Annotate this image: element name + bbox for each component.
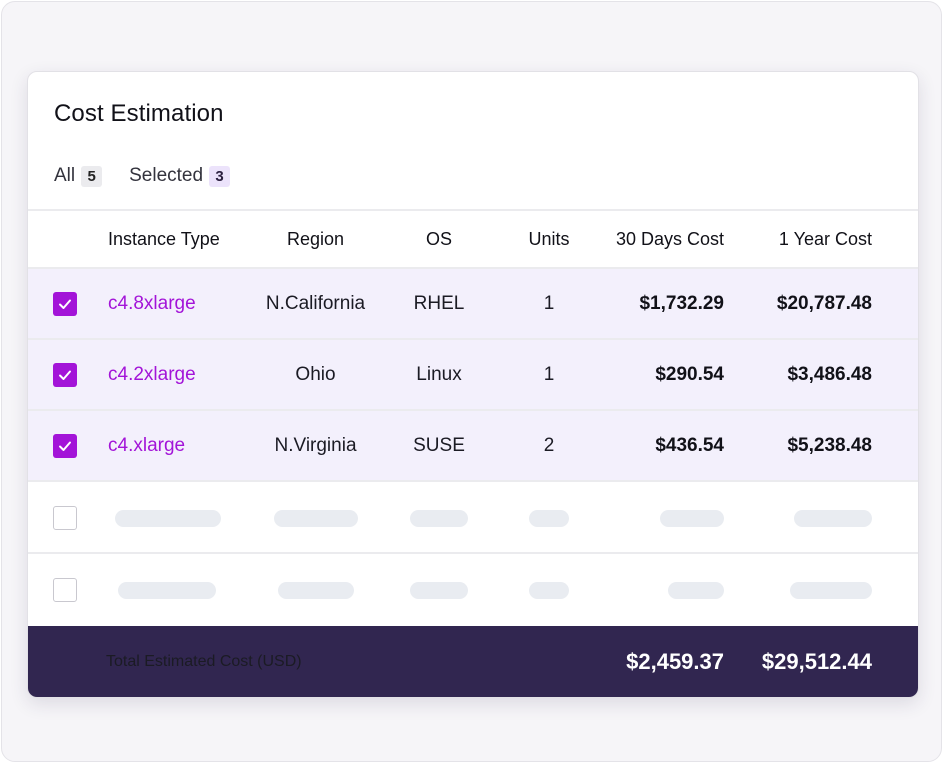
instance-type-link[interactable]: c4.8xlarge (108, 293, 196, 315)
row-checkbox[interactable] (53, 292, 77, 316)
skeleton-bar (790, 581, 872, 599)
column-header-units: Units (528, 229, 570, 249)
table-header: Instance Type Region OS Units 30 Days Co… (28, 211, 918, 268)
os-cell: SUSE (413, 435, 465, 456)
instance-type-link[interactable]: c4.2xlarge (108, 364, 196, 386)
cost-30-days-cell: $436.54 (655, 435, 724, 456)
column-header-30-days-cost: 30 Days Cost (615, 229, 724, 249)
table-row[interactable]: c4.2xlarge Ohio Linux 1 $290.54 $3,486.4… (28, 340, 918, 411)
card-title: Cost Estimation (54, 100, 224, 127)
column-header-instance-type: Instance Type (108, 229, 220, 249)
region-cell: N.California (265, 293, 366, 314)
units-cell: 1 (543, 293, 555, 314)
skeleton-bar (115, 509, 221, 527)
skeleton-bar (794, 509, 872, 527)
tab-all-label: All (54, 165, 76, 186)
total-30-days-cost: $2,459.37 (626, 648, 724, 674)
table-row[interactable]: c4.xlarge N.Virginia SUSE 2 $436.54 $5,2… (28, 411, 918, 482)
page-frame: Cost Estimation All 5 Selected 3 Instanc… (1, 1, 942, 762)
filter-tabs: All 5 Selected 3 (54, 165, 231, 187)
skeleton-bar (118, 581, 216, 599)
row-divider (28, 480, 918, 482)
row-checkbox[interactable] (53, 363, 77, 387)
total-footer: Total Estimated Cost (USD) $2,459.37 $29… (28, 626, 918, 697)
column-header-1-year-cost: 1 Year Cost (778, 229, 872, 249)
os-cell: Linux (416, 364, 462, 385)
cost-1-year-cell: $5,238.48 (787, 435, 872, 456)
cost-1-year-cell: $20,787.48 (776, 293, 872, 314)
row-checkbox[interactable] (53, 578, 77, 602)
skeleton-bar (410, 581, 468, 599)
tab-selected-label: Selected (129, 165, 204, 186)
region-cell: N.Virginia (274, 435, 357, 456)
checkmark-icon (59, 370, 71, 380)
checkmark-icon (59, 299, 71, 309)
row-divider (28, 552, 918, 554)
column-header-os: OS (425, 229, 452, 249)
cost-1-year-cell: $3,486.48 (787, 364, 872, 385)
skeleton-bar (529, 581, 569, 599)
instance-type-link[interactable]: c4.xlarge (108, 435, 185, 457)
total-1-year-cost: $29,512.44 (761, 648, 872, 674)
cost-estimation-card: Cost Estimation All 5 Selected 3 Instanc… (27, 71, 919, 698)
skeleton-bar (668, 581, 724, 599)
skeleton-bar (277, 581, 354, 599)
os-cell: RHEL (413, 293, 465, 314)
units-cell: 1 (543, 364, 555, 385)
skeleton-bar (529, 509, 569, 527)
checkmark-icon (59, 441, 71, 451)
skeleton-bar (660, 509, 724, 527)
skeleton-bar (410, 509, 468, 527)
units-cell: 2 (543, 435, 555, 456)
tab-all-count-badge: 5 (81, 165, 103, 187)
row-checkbox[interactable] (53, 506, 77, 530)
placeholder-row (28, 483, 918, 554)
total-estimated-cost-label: Total Estimated Cost (USD) (106, 652, 302, 670)
placeholder-row (28, 555, 918, 625)
region-cell: Ohio (295, 364, 336, 385)
tab-all[interactable]: All 5 (54, 165, 103, 187)
column-header-region: Region (286, 229, 345, 249)
cost-30-days-cell: $290.54 (655, 364, 724, 385)
tab-selected-count-badge: 3 (209, 165, 231, 187)
skeleton-bar (273, 509, 358, 527)
row-checkbox[interactable] (53, 434, 77, 458)
table-row[interactable]: c4.8xlarge N.California RHEL 1 $1,732.29… (28, 269, 918, 340)
tab-selected[interactable]: Selected 3 (129, 165, 231, 187)
cost-30-days-cell: $1,732.29 (639, 293, 724, 314)
